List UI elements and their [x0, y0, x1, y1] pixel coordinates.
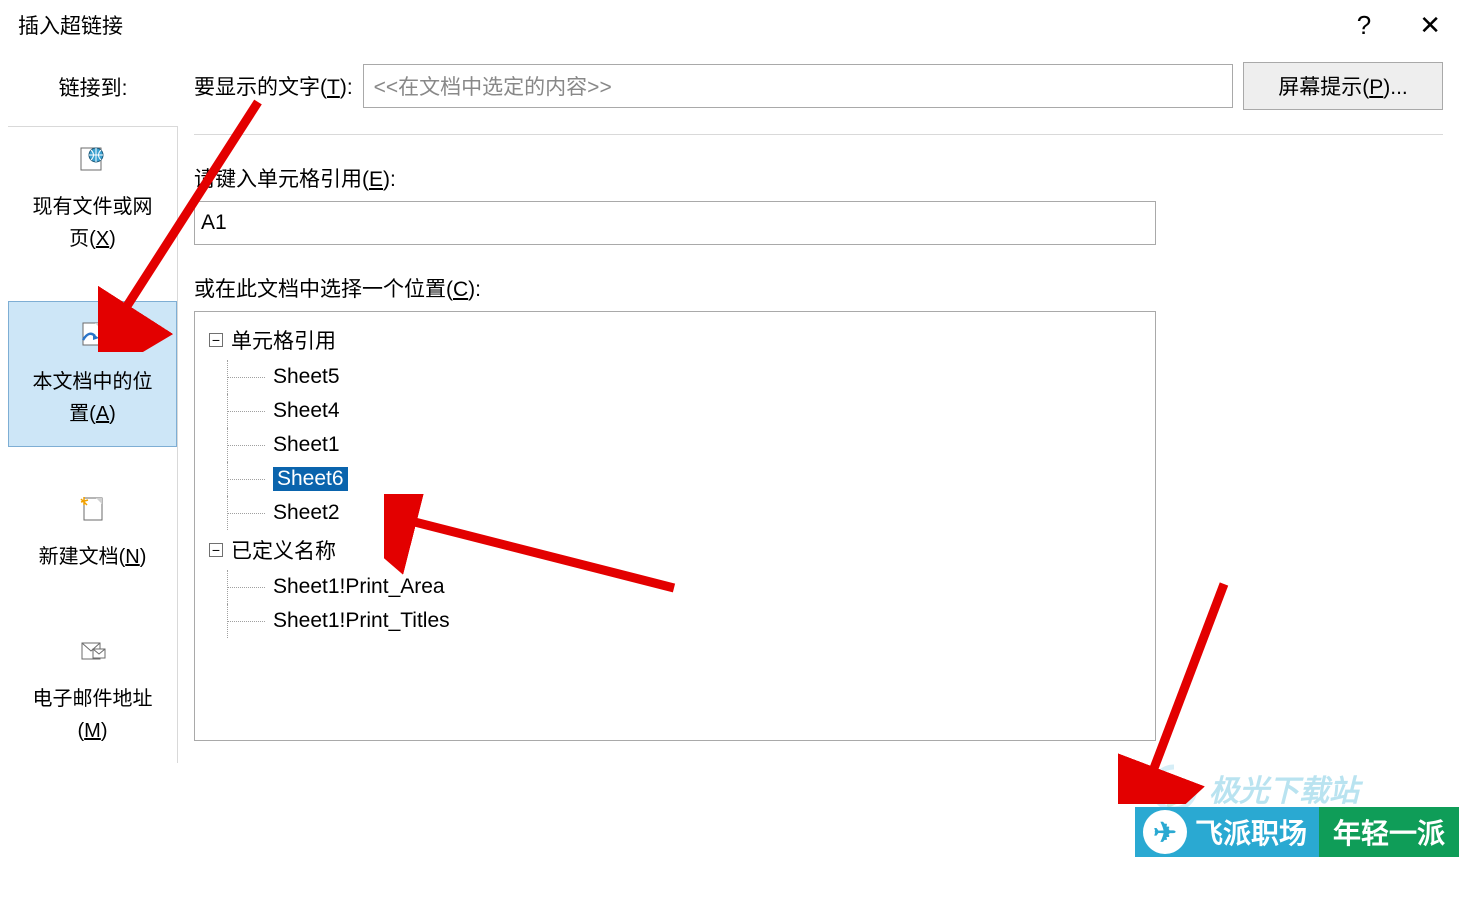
link-place-in-document[interactable]: 本文档中的位 置(A) — [8, 301, 177, 447]
link-existing-file[interactable]: 现有文件或网 页(X) — [8, 127, 177, 271]
watermark-banner-seg2: 年轻一派 — [1319, 807, 1459, 857]
cell-reference-input[interactable] — [194, 201, 1156, 245]
email-icon — [79, 637, 107, 675]
link-create-document[interactable]: 新建文档(N) — [8, 477, 177, 589]
watermark-banner-seg1: ✈ 飞派职场 — [1135, 807, 1319, 857]
link-email-address[interactable]: 电子邮件地址 (M) — [8, 619, 177, 763]
tree-group-defined-names-label: 已定义名称 — [231, 535, 336, 565]
tree-group-cellref-label: 单元格引用 — [231, 325, 336, 355]
close-icon[interactable]: ✕ — [1419, 12, 1441, 38]
help-icon[interactable]: ? — [1357, 12, 1371, 38]
watermark-logo: 极光下载站 — [1149, 763, 1359, 813]
display-text-label: 要显示的文字(T): — [194, 71, 353, 101]
collapse-icon[interactable]: − — [209, 333, 223, 347]
location-tree[interactable]: − 单元格引用 Sheet5 Sheet4 Sheet1 Sheet6 Shee… — [194, 311, 1156, 741]
plane-icon: ✈ — [1143, 810, 1187, 854]
link-existing-file-label: 现有文件或网 页(X) — [33, 191, 153, 255]
window-controls: ? ✕ — [1357, 12, 1441, 38]
screentip-button[interactable]: 屏幕提示(P)... — [1243, 62, 1443, 110]
watermark-banner: ✈ 飞派职场 年轻一派 — [1135, 807, 1459, 857]
tree-group-cellref[interactable]: − 单元格引用 — [201, 320, 1149, 360]
tree-item-sheet[interactable]: Sheet2 — [201, 496, 1149, 530]
titlebar: 插入超链接 ? ✕ — [0, 0, 1459, 50]
dialog-title: 插入超链接 — [18, 10, 123, 40]
sidebar: 链接到: 现有文件或网 页(X) — [0, 62, 178, 903]
display-text-row: 要显示的文字(T): 屏幕提示(P)... — [194, 62, 1443, 135]
defined-names-list: Sheet1!Print_Area Sheet1!Print_Titles — [201, 570, 1149, 638]
new-document-icon — [79, 495, 107, 533]
tree-item-sheet[interactable]: Sheet4 — [201, 394, 1149, 428]
collapse-icon[interactable]: − — [209, 543, 223, 557]
sheet-list: Sheet5 Sheet4 Sheet1 Sheet6 Sheet2 — [201, 360, 1149, 530]
tree-item-sheet[interactable]: Sheet1 — [201, 428, 1149, 462]
document-target-icon — [79, 320, 107, 358]
tree-group-defined-names[interactable]: − 已定义名称 — [201, 530, 1149, 570]
link-place-in-document-label: 本文档中的位 置(A) — [33, 366, 153, 430]
tree-item-name[interactable]: Sheet1!Print_Area — [201, 570, 1149, 604]
link-email-address-label: 电子邮件地址 (M) — [33, 683, 153, 747]
sidebar-header: 链接到: — [8, 62, 178, 126]
cell-reference-label: 请键入单元格引用(E): — [194, 163, 1443, 193]
location-label: 或在此文档中选择一个位置(C): — [194, 273, 1443, 303]
display-text-input[interactable] — [363, 64, 1233, 108]
tree-item-sheet-selected[interactable]: Sheet6 — [201, 462, 1149, 496]
globe-page-icon — [79, 145, 107, 183]
tree-item-sheet[interactable]: Sheet5 — [201, 360, 1149, 394]
tree-item-name[interactable]: Sheet1!Print_Titles — [201, 604, 1149, 638]
watermark-logo-text: 极光下载站 — [1209, 766, 1359, 810]
link-create-document-label: 新建文档(N) — [39, 541, 147, 573]
